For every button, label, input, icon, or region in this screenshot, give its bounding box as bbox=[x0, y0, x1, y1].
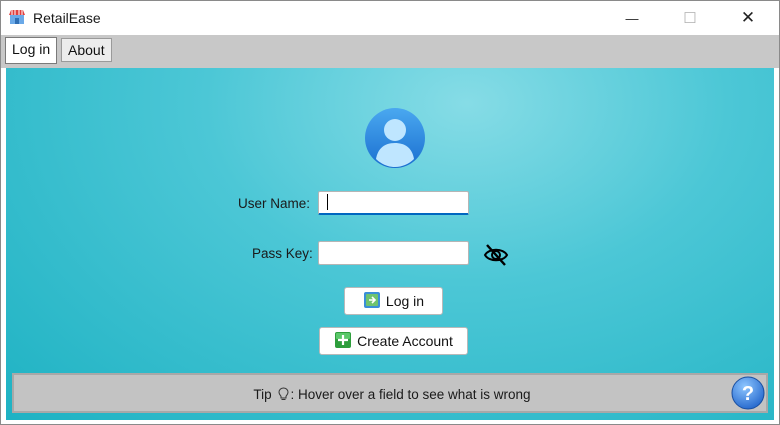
login-button-label: Log in bbox=[385, 293, 425, 309]
minimize-button[interactable]: — bbox=[603, 1, 661, 35]
login-icon bbox=[363, 291, 381, 312]
tip-message: : Hover over a field to see what is wron… bbox=[290, 387, 531, 402]
add-user-icon bbox=[334, 331, 352, 352]
store-icon bbox=[9, 9, 25, 25]
login-button[interactable]: Log in bbox=[344, 287, 443, 315]
maximize-button[interactable]: ☐ bbox=[661, 1, 719, 35]
close-icon: ✕ bbox=[740, 8, 756, 27]
login-panel: User Name: Pass Key: Log in Create Accou… bbox=[6, 68, 774, 420]
minimize-icon: — bbox=[625, 10, 639, 26]
title-bar[interactable]: RetailEase — ☐ ✕ bbox=[1, 1, 779, 35]
tab-bar: Log in About bbox=[1, 35, 779, 68]
lightbulb-icon bbox=[278, 387, 289, 404]
user-avatar-icon bbox=[364, 107, 426, 169]
help-icon[interactable]: ? bbox=[731, 376, 765, 410]
eye-hidden-icon[interactable] bbox=[483, 242, 509, 268]
app-window: RetailEase — ☐ ✕ Log in About User Name:… bbox=[0, 0, 780, 425]
tab-about[interactable]: About bbox=[61, 38, 112, 62]
close-button[interactable]: ✕ bbox=[719, 1, 777, 35]
username-field[interactable] bbox=[318, 191, 469, 215]
passkey-field[interactable] bbox=[318, 241, 469, 265]
tip-prefix: Tip bbox=[253, 387, 272, 402]
tip-bar: Tip : Hover over a field to see what is … bbox=[12, 373, 768, 413]
tab-log-in[interactable]: Log in bbox=[5, 37, 58, 64]
window-title: RetailEase bbox=[33, 10, 101, 26]
create-account-label: Create Account bbox=[357, 333, 453, 349]
svg-text:?: ? bbox=[742, 383, 754, 405]
username-label: User Name: bbox=[238, 196, 311, 211]
passkey-label: Pass Key: bbox=[252, 246, 313, 261]
tip-text: Tip : Hover over a field to see what is … bbox=[14, 387, 770, 404]
create-account-button[interactable]: Create Account bbox=[319, 327, 468, 355]
text-caret bbox=[327, 194, 328, 210]
maximize-icon: ☐ bbox=[683, 10, 697, 27]
